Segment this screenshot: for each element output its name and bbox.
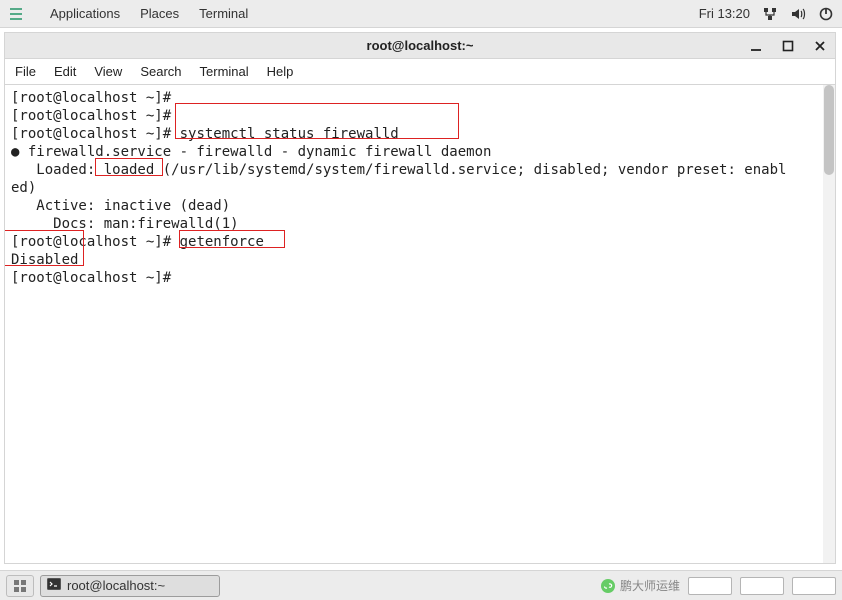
menu-terminal[interactable]: Terminal	[200, 64, 249, 79]
prompt: [root@localhost ~]#	[11, 90, 171, 106]
window-controls	[747, 33, 829, 58]
prompt: [root@localhost ~]#	[11, 234, 171, 250]
places-menu[interactable]: Places	[140, 6, 179, 21]
output-line: (/usr/lib/systemd/system/firewalld.servi…	[154, 162, 786, 178]
menu-edit[interactable]: Edit	[54, 64, 76, 79]
menu-search[interactable]: Search	[140, 64, 181, 79]
tray-placeholder	[688, 577, 732, 595]
window-title: root@localhost:~	[5, 38, 835, 53]
menu-help[interactable]: Help	[267, 64, 294, 79]
watermark: 鹏大师运维	[600, 577, 680, 594]
scrollbar[interactable]	[823, 85, 835, 563]
titlebar[interactable]: root@localhost:~	[5, 33, 835, 59]
command-1: systemctl status firewalld	[180, 126, 399, 142]
menu-file[interactable]: File	[15, 64, 36, 79]
top-panel: Applications Places Terminal Fri 13:20	[0, 0, 842, 28]
output-loaded: loaded	[104, 162, 155, 178]
scrollbar-thumb[interactable]	[824, 85, 834, 175]
power-icon[interactable]	[818, 6, 834, 22]
watermark-text: 鹏大师运维	[620, 577, 680, 594]
network-icon[interactable]	[762, 6, 778, 22]
show-desktop-button[interactable]	[6, 575, 34, 597]
prompt: [root@localhost ~]#	[11, 270, 171, 286]
output-line: Active: inactive (dead)	[11, 198, 230, 214]
volume-icon[interactable]	[790, 6, 806, 22]
command-2: getenforce	[180, 234, 264, 250]
output-line: Docs: man:firewalld(1)	[11, 216, 239, 232]
terminal-window: root@localhost:~ File Edit View Search T…	[4, 32, 836, 564]
menubar: File Edit View Search Terminal Help	[5, 59, 835, 85]
taskbar-entry-terminal[interactable]: root@localhost:~	[40, 575, 220, 597]
taskbar-entry-label: root@localhost:~	[67, 578, 165, 593]
maximize-button[interactable]	[779, 37, 797, 55]
close-button[interactable]	[811, 37, 829, 55]
terminal-icon	[47, 577, 61, 594]
tray-placeholder	[792, 577, 836, 595]
clock[interactable]: Fri 13:20	[699, 6, 750, 21]
terminal-quicklaunch[interactable]: Terminal	[199, 6, 248, 21]
output-line: Loaded:	[11, 162, 104, 178]
output-line: ● firewalld.service - firewalld - dynami…	[11, 144, 491, 160]
distro-icon	[8, 6, 24, 22]
terminal-body[interactable]: [root@localhost ~]# [root@localhost ~]# …	[5, 85, 835, 563]
prompt: [root@localhost ~]#	[11, 108, 171, 124]
minimize-button[interactable]	[747, 37, 765, 55]
tray-placeholder	[740, 577, 784, 595]
taskbar: root@localhost:~ 鹏大师运维	[0, 570, 842, 600]
terminal-content[interactable]: [root@localhost ~]# [root@localhost ~]# …	[11, 89, 829, 287]
output-line: ed)	[11, 180, 36, 196]
prompt: [root@localhost ~]#	[11, 126, 171, 142]
output-disabled: Disabled	[11, 252, 78, 268]
applications-menu[interactable]: Applications	[50, 6, 120, 21]
menu-view[interactable]: View	[94, 64, 122, 79]
